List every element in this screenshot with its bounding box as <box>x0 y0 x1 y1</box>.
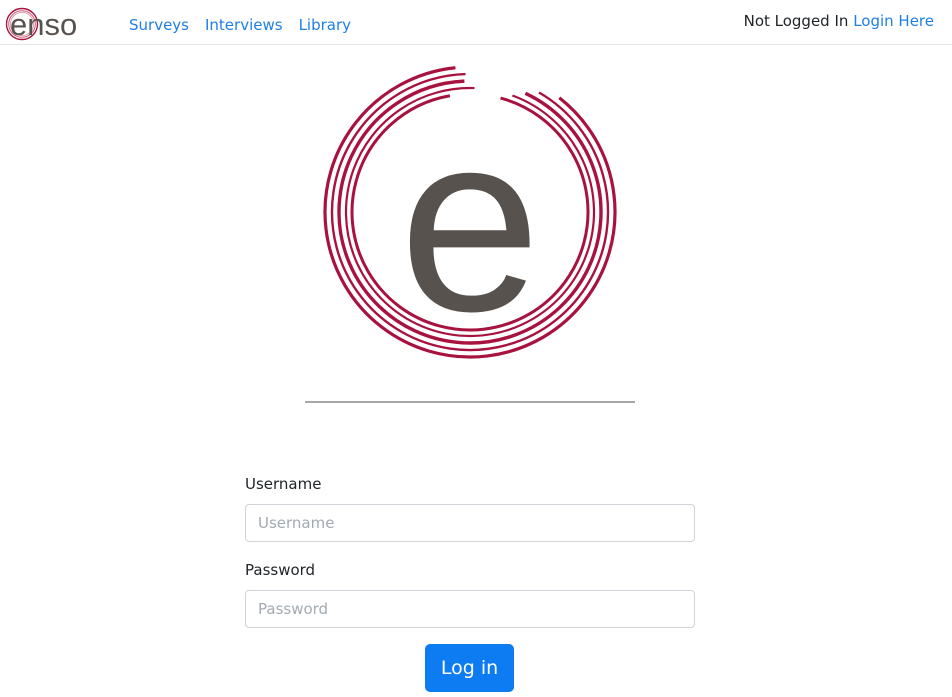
main-nav: Surveys Interviews Library <box>129 15 351 35</box>
enso-hero-logo: e <box>323 65 617 362</box>
auth-status: Not Logged In Login Here <box>744 11 934 31</box>
logo-letter: e <box>399 80 541 362</box>
username-input[interactable] <box>245 504 695 542</box>
password-input[interactable] <box>245 590 695 628</box>
login-status-text: Not Logged In <box>743 12 849 30</box>
login-here-link[interactable]: Login Here <box>853 12 934 30</box>
top-navbar: enso Surveys Interviews Library Not Logg… <box>0 0 952 45</box>
hero-divider <box>305 401 635 403</box>
enso-logo-icon: enso <box>5 7 77 41</box>
login-button[interactable]: Log in <box>425 644 514 692</box>
nav-link-interviews[interactable]: Interviews <box>205 15 283 35</box>
brand-logo[interactable]: enso <box>5 5 110 41</box>
nav-link-surveys[interactable]: Surveys <box>129 15 189 35</box>
brand-name: enso <box>10 7 77 41</box>
username-label: Username <box>245 475 322 493</box>
password-label: Password <box>245 561 316 579</box>
nav-link-library[interactable]: Library <box>299 15 351 35</box>
